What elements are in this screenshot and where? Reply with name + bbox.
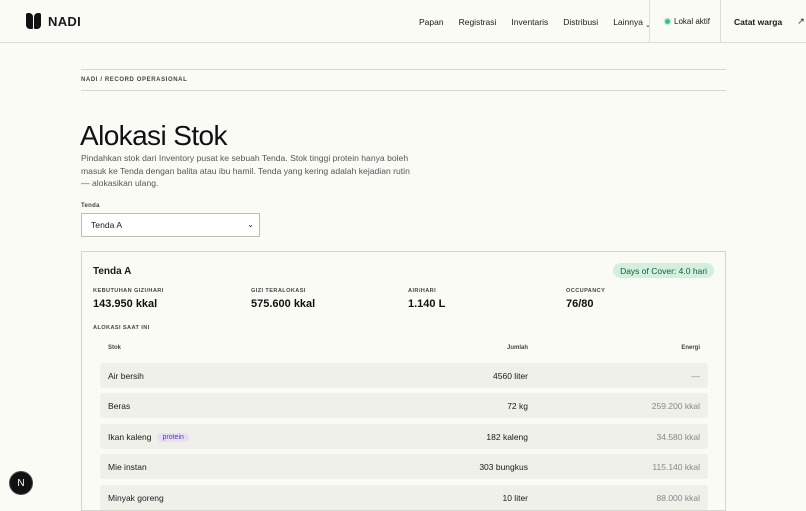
dev-tools-button[interactable]: N [10,472,32,494]
row-stok-name: Ikan kaleng [108,432,152,442]
tenda-select[interactable]: Tenda A ⌄ [81,213,260,237]
brand-name: NADI [48,13,81,29]
arrow-up-right-icon: ↗ [797,16,805,26]
table-row[interactable]: Air bersih 4560 liter — [100,363,708,388]
nav-item-lainnya[interactable]: Lainnya ⌄ [613,16,651,29]
row-energi: 88.000 kkal [656,493,700,503]
row-energi: 34.580 kkal [656,432,700,442]
metric-label: GIZI TERALOKASI [251,288,306,294]
metric-label: KEBUTUHAN GIZI/HARI [93,288,164,294]
breadcrumb-rule-top [81,69,726,70]
tenda-select-label: Tenda [81,203,100,209]
metric-occupancy: OCCUPANCY 76/80 [566,288,605,310]
protein-tag: protein [157,432,189,442]
catat-warga-label: Catat warga [734,16,783,27]
status-label: Lokal aktif [674,17,711,26]
nav-item-inventaris[interactable]: Inventaris [511,17,548,27]
section-label-alokasi: ALOKASI SAAT INI [93,325,150,331]
breadcrumb-rule-bottom [81,90,726,91]
metric-value: 76/80 [566,298,594,310]
catat-warga-button[interactable]: Catat warga ↗ [734,0,805,43]
row-stok: Air bersih [108,371,144,381]
brand-logo[interactable]: NADI [26,13,81,29]
table-row[interactable]: Beras 72 kg 259.200 kkal [100,393,708,418]
column-header-stok: Stok [108,345,122,351]
header-divider [649,0,650,43]
metric-value: 143.950 kkal [93,298,158,310]
logo-icon [26,13,41,29]
row-jumlah: 4560 liter [493,371,528,381]
nav-item-papan[interactable]: Papan [419,17,444,27]
row-jumlah: 303 bungkus [479,462,528,472]
column-header-jumlah: Jumlah [506,345,528,351]
header-divider [720,0,721,43]
table-row[interactable]: Minyak goreng 10 liter 88.000 kkal [100,485,708,510]
row-stok: Ikan kaleng protein [108,432,189,442]
status-dot-icon [665,19,670,24]
row-stok-name: Beras [108,401,131,411]
connection-status: Lokal aktif [665,0,710,43]
row-energi: 259.200 kkal [651,401,700,411]
column-header-energi: Energi [681,345,700,351]
row-stok: Mie instan [108,462,147,472]
main-nav: Papan Registrasi Inventaris Distribusi L… [419,0,666,43]
chevron-down-icon: ⌄ [247,220,254,229]
card-title: Tenda A [93,266,132,277]
metric-air-hari: AIR/HARI 1.140 L [408,288,445,310]
row-jumlah: 182 kaleng [486,432,528,442]
page-title: Alokasi Stok [80,120,227,151]
row-stok: Minyak goreng [108,493,164,503]
tenda-select-value: Tenda A [91,220,123,230]
nav-item-registrasi[interactable]: Registrasi [459,17,497,27]
row-stok-name: Mie instan [108,462,147,472]
row-stok: Beras [108,401,130,411]
metric-value: 575.600 kkal [251,298,316,310]
nav-item-distribusi[interactable]: Distribusi [563,17,598,27]
row-stok-name: Minyak goreng [108,493,164,503]
metric-label: OCCUPANCY [566,288,606,294]
metric-kebutuhan-gizi: KEBUTUHAN GIZI/HARI 143.950 kkal [93,288,164,310]
row-energi: — [691,371,701,381]
row-jumlah: 10 liter [502,493,528,503]
nav-item-lainnya-label: Lainnya [613,16,643,27]
breadcrumb: NADI / RECORD OPERASIONAL [81,77,188,83]
days-of-cover-badge: Days of Cover: 4.0 hari [613,263,714,278]
row-jumlah: 72 kg [507,401,528,411]
page-description: Pindahkan stok dari Inventory pusat ke s… [81,153,410,188]
tenda-summary-card: Tenda A Days of Cover: 4.0 hari KEBUTUHA… [81,251,726,511]
metric-gizi-teralokasi: GIZI TERALOKASI 575.600 kkal [251,288,315,310]
table-header: Stok Jumlah Energi [100,345,708,355]
n-logo-icon: N [17,477,25,489]
row-energi: 115.140 kkal [652,462,700,472]
table-row[interactable]: Ikan kaleng protein 182 kaleng 34.580 kka… [100,424,708,449]
table-row[interactable]: Mie instan 303 bungkus 115.140 kkal [100,454,708,479]
metric-label: AIR/HARI [408,288,437,294]
top-nav-bar: NADI Papan Registrasi Inventaris Distrib… [0,0,806,43]
metric-value: 1.140 L [408,298,446,310]
row-stok-name: Air bersih [108,371,144,381]
